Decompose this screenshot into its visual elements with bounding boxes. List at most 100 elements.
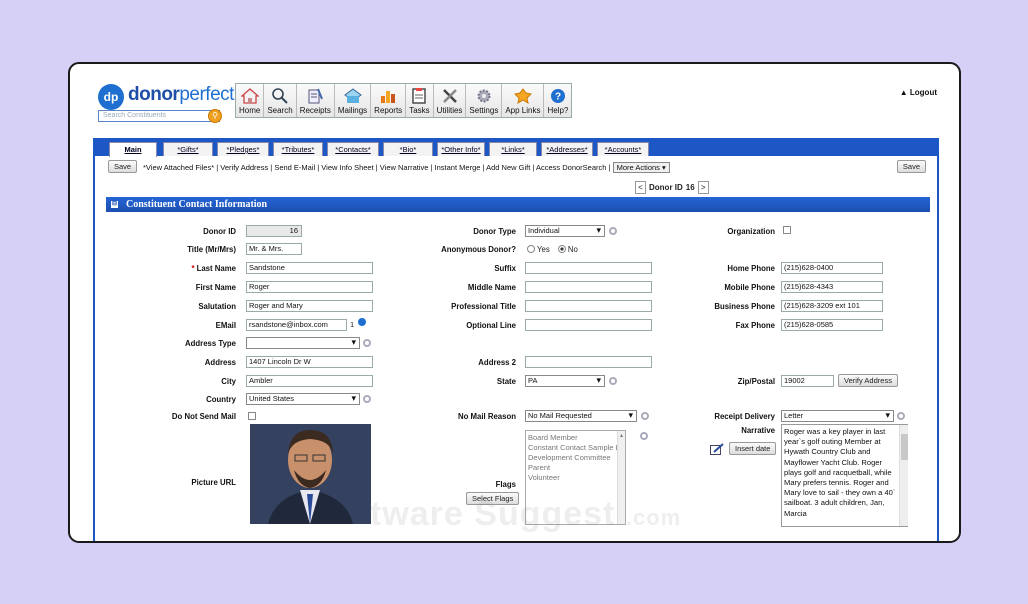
address-type-select[interactable]	[246, 337, 360, 349]
organization-checkbox[interactable]	[783, 226, 791, 234]
professional-title-input[interactable]	[525, 300, 652, 312]
svg-text:?: ?	[555, 92, 561, 103]
country-select[interactable]: United States	[246, 393, 360, 405]
anonymous-yes-radio[interactable]	[527, 245, 535, 253]
flag-option[interactable]: Volunteer	[528, 473, 623, 483]
address-type-label: Address Type	[185, 339, 236, 348]
search-icon[interactable]: ⚲	[208, 109, 222, 123]
toolbar-tasks-button[interactable]: Tasks	[406, 84, 434, 117]
app-window: dp donorperfect Search Constituents ⚲ Ho…	[68, 62, 961, 543]
insert-date-button[interactable]: Insert date	[729, 442, 777, 455]
tab-gifts[interactable]: *Gifts*	[163, 142, 213, 156]
flag-option[interactable]: Board Member	[528, 433, 623, 443]
toolbar-mailings-button[interactable]: Mailings	[335, 84, 372, 117]
last-name-input[interactable]: Sandstone	[246, 262, 373, 274]
donorperfect-logo[interactable]: dp donorperfect	[98, 82, 234, 110]
tab-addresses[interactable]: *Addresses*	[541, 142, 593, 156]
toolbar-utilities-button[interactable]: Utilities	[434, 84, 467, 117]
address2-input[interactable]	[525, 356, 652, 368]
middle-name-label: Middle Name	[467, 283, 516, 292]
search-input[interactable]: Search Constituents	[98, 110, 220, 122]
help-icon: ?	[549, 88, 567, 104]
narrative-textarea[interactable]: Roger was a key player in last year`s go…	[781, 424, 908, 527]
logo-mark: dp	[98, 84, 124, 110]
address-label: Address	[204, 358, 236, 367]
toolbar-receipts-button[interactable]: Receipts	[297, 84, 335, 117]
fax-phone-input[interactable]: (215)628-0585	[781, 319, 883, 331]
no-mail-reason-gear-icon[interactable]	[641, 412, 649, 420]
address-input[interactable]: 1407 Lincoln Dr W	[246, 356, 373, 368]
home-phone-input[interactable]: (215)628-0400	[781, 262, 883, 274]
toolbar-home-button[interactable]: Home	[236, 84, 265, 117]
toolbar-reports-button[interactable]: Reports	[371, 84, 407, 117]
middle-name-input[interactable]	[525, 281, 652, 293]
tab-tributes[interactable]: *Tributes*	[273, 142, 323, 156]
organization-label: Organization	[727, 227, 775, 236]
narrative-scrollbar[interactable]	[899, 425, 908, 526]
first-name-input[interactable]: Roger	[246, 281, 373, 293]
anonymous-radio-group: Yes No	[527, 245, 578, 254]
save-button-right[interactable]: Save	[896, 160, 926, 173]
flags-label: Flags	[495, 480, 516, 489]
address-type-gear-icon[interactable]	[363, 339, 371, 347]
tab-other-info[interactable]: *Other Info*	[437, 142, 485, 156]
country-gear-icon[interactable]	[363, 395, 371, 403]
toolbar-search-button[interactable]: Search	[264, 84, 297, 117]
action-links: *View Attached Files* | Verify Address |…	[143, 162, 670, 173]
donor-type-gear-icon[interactable]	[609, 227, 617, 235]
receipt-icon	[306, 88, 324, 104]
flag-option[interactable]: Constant Contact Sample L	[528, 443, 623, 453]
tab-accounts[interactable]: *Accounts*	[597, 142, 649, 156]
tab-bar: Main *Gifts* *Pledges* *Tributes* *Conta…	[95, 138, 937, 157]
email-info-icon[interactable]	[358, 318, 366, 326]
prev-donor-button[interactable]: <	[635, 180, 646, 194]
zip-input[interactable]: 19002	[781, 375, 834, 387]
email-input[interactable]: rsandstone@inbox.com	[246, 319, 347, 331]
country-label: Country	[206, 395, 236, 404]
narrative-scroll-thumb[interactable]	[901, 434, 908, 460]
tab-links[interactable]: *Links*	[489, 142, 537, 156]
do-not-send-checkbox[interactable]	[248, 412, 256, 420]
optional-line-label: Optional Line	[466, 321, 516, 330]
tab-main[interactable]: Main	[109, 142, 157, 157]
business-phone-input[interactable]: (215)628-3209 ext 101	[781, 300, 883, 312]
city-input[interactable]: Ambler	[246, 375, 373, 387]
receipt-delivery-select[interactable]: Letter	[781, 410, 894, 422]
logo-text: donorperfect	[128, 84, 234, 105]
verify-address-button[interactable]: Verify Address	[838, 374, 898, 387]
action-links-text[interactable]: *View Attached Files* | Verify Address |…	[143, 163, 610, 172]
section-title: Constituent Contact Information	[126, 199, 268, 210]
flag-option[interactable]: Development Committee	[528, 453, 623, 463]
toolbar-app-links-button[interactable]: App Links	[502, 84, 545, 117]
logout-link[interactable]: ▲ Logout	[900, 88, 937, 97]
edit-narrative-icon[interactable]	[710, 443, 724, 455]
title-input[interactable]: Mr. & Mrs.	[246, 243, 302, 255]
receipt-delivery-gear-icon[interactable]	[897, 412, 905, 420]
toolbar-settings-button[interactable]: Settings	[466, 84, 503, 117]
tasks-icon	[410, 88, 428, 104]
anonymous-no-radio[interactable]	[557, 245, 566, 253]
optional-line-input[interactable]	[525, 319, 652, 331]
suffix-input[interactable]	[525, 262, 652, 274]
collapse-icon[interactable]: ⊟	[111, 201, 118, 208]
salutation-input[interactable]: Roger and Mary	[246, 300, 373, 312]
tab-bio[interactable]: *Bio*	[383, 142, 433, 156]
state-select[interactable]: PA	[525, 375, 605, 387]
save-button-left[interactable]: Save	[108, 160, 138, 173]
donor-type-select[interactable]: Individual	[525, 225, 605, 237]
fax-phone-label: Fax Phone	[735, 321, 775, 330]
tab-contacts[interactable]: *Contacts*	[327, 142, 379, 156]
tools-icon	[441, 88, 459, 104]
no-mail-reason-select[interactable]: No Mail Requested	[525, 410, 637, 422]
state-gear-icon[interactable]	[609, 377, 617, 385]
mobile-phone-input[interactable]: (215)628-4343	[781, 281, 883, 293]
tab-pledges[interactable]: *Pledges*	[217, 142, 269, 156]
mobile-phone-label: Mobile Phone	[724, 283, 775, 292]
donor-id-field-label: Donor ID	[203, 227, 236, 236]
email-label: EMail	[215, 321, 236, 330]
flag-option[interactable]: Parent	[528, 463, 623, 473]
next-donor-button[interactable]: >	[697, 180, 709, 194]
more-actions-dropdown[interactable]: More Actions ▾	[612, 162, 670, 173]
toolbar-help-button[interactable]: ? Help?	[544, 84, 571, 117]
flags-gear-icon[interactable]	[640, 432, 648, 440]
